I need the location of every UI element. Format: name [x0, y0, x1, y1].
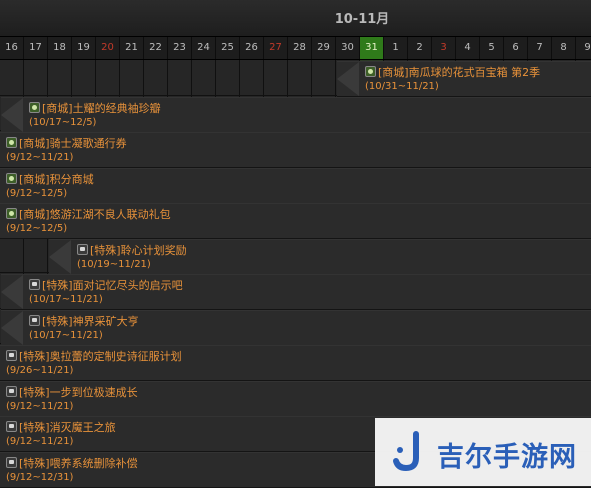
event-row[interactable]: [特殊]聆心计划奖励 (10/19~11/21) [49, 238, 591, 275]
special-event-icon [6, 350, 17, 361]
event-dates: (10/17~12/5) [29, 116, 97, 128]
day-25: 25 [216, 37, 240, 59]
left-arrow-icon [1, 310, 23, 345]
special-event-icon [6, 385, 17, 397]
watermark-text: 吉尔手游网 [437, 442, 577, 473]
event-row[interactable]: [商城]骑士凝歌通行券 (9/12~11/21) [0, 132, 591, 168]
day-23: 23 [168, 37, 192, 59]
day-27: 27 [264, 37, 288, 59]
event-title: [特殊]奥拉蕾的定制史诗征服计划 [19, 350, 182, 363]
day-29: 29 [312, 37, 336, 59]
event-title: [商城]土耀的经典袖珍瓣 [42, 101, 161, 115]
event-dates: (10/17~11/21) [29, 329, 103, 341]
day-22: 22 [144, 37, 168, 59]
day-26: 26 [240, 37, 264, 59]
month-title: 10-11月 [334, 12, 390, 27]
day-row: 16 17 18 19 20 21 22 23 24 25 26 27 28 29 30 31 1 2 3 4 5 6 7 8… [0, 37, 591, 60]
event-dates: (9/12~12/31) [6, 471, 74, 483]
shop-event-icon [6, 172, 17, 184]
day-9: 9 [576, 37, 591, 59]
event-row[interactable]: [特殊]一步到位极速成长 (9/12~11/21) [0, 380, 591, 417]
day-18: 18 [48, 37, 72, 59]
day-16: 16 [0, 37, 24, 59]
left-arrow-icon [1, 275, 23, 309]
day-19: 19 [72, 37, 96, 59]
special-event-icon [6, 456, 17, 468]
event-title: [商城]骑士凝歌通行券 [19, 137, 127, 150]
day-17: 17 [24, 37, 48, 59]
left-arrow-icon [1, 97, 23, 132]
event-dates: (9/12~11/21) [6, 152, 74, 163]
day-6: 6 [504, 37, 528, 59]
event-dates: (10/31~11/21) [365, 81, 439, 92]
event-title: [特殊]神界采矿大亨 [42, 314, 139, 328]
event-row[interactable]: [商城]积分商城 (9/12~12/5) [0, 167, 591, 204]
event-title: [特殊]一步到位极速成长 [19, 385, 138, 399]
shop-event-icon [6, 137, 17, 148]
special-event-icon [6, 421, 17, 432]
event-dates: (10/17~11/21) [29, 294, 103, 305]
day-1: 1 [384, 37, 408, 59]
watermark: 吉尔手游网 [375, 418, 591, 486]
j-logo-icon [393, 431, 419, 472]
day-5: 5 [480, 37, 504, 59]
event-dates: (9/12~11/21) [6, 436, 74, 447]
day-20: 20 [96, 37, 120, 59]
day-28: 28 [288, 37, 312, 59]
day-4: 4 [456, 37, 480, 59]
event-row[interactable]: [特殊]神界采矿大亨 (10/17~11/21) [1, 309, 591, 346]
event-dates: (9/12~12/5) [6, 187, 68, 199]
day-31: 31 [360, 37, 384, 59]
day-21: 21 [120, 37, 144, 59]
shop-event-icon [365, 66, 376, 77]
event-title: [特殊]面对记忆尽头的启示吧 [42, 279, 183, 292]
event-title: [特殊]消灭魔王之旅 [19, 421, 116, 434]
event-title: [特殊]聆心计划奖励 [90, 243, 187, 257]
shop-event-icon [29, 101, 40, 113]
event-row[interactable]: [商城]南瓜球的花式百宝箱 第2季 (10/31~11/21) [337, 61, 591, 97]
special-event-icon [77, 243, 88, 255]
event-title: [商城]积分商城 [19, 172, 94, 186]
special-event-icon [29, 279, 40, 290]
month-header: 10-11月 [0, 0, 591, 37]
day-8: 8 [552, 37, 576, 59]
special-event-icon [29, 314, 40, 326]
event-dates: (9/12~12/5) [6, 223, 68, 234]
shop-event-icon [6, 208, 17, 219]
event-row[interactable]: [商城]土耀的经典袖珍瓣 (10/17~12/5) [1, 96, 591, 133]
day-30: 30 [336, 37, 360, 59]
event-row[interactable]: [特殊]面对记忆尽头的启示吧 (10/17~11/21) [1, 274, 591, 310]
event-row[interactable]: [商城]悠游江湖不良人联动礼包 (9/12~12/5) [0, 203, 591, 239]
event-dates: (9/26~11/21) [6, 365, 74, 376]
event-dates: (10/19~11/21) [77, 258, 151, 270]
event-title: [商城]悠游江湖不良人联动礼包 [19, 208, 171, 221]
day-2: 2 [408, 37, 432, 59]
day-24: 24 [192, 37, 216, 59]
left-arrow-icon [49, 239, 71, 274]
event-title: [特殊]喂养系统删除补偿 [19, 456, 138, 470]
event-dates: (9/12~11/21) [6, 400, 74, 412]
day-7: 7 [528, 37, 552, 59]
day-3: 3 [432, 37, 456, 59]
event-row[interactable]: [特殊]奥拉蕾的定制史诗征服计划 (9/26~11/21) [0, 345, 591, 381]
left-arrow-icon [337, 62, 359, 96]
event-title: [商城]南瓜球的花式百宝箱 第2季 [378, 66, 541, 79]
